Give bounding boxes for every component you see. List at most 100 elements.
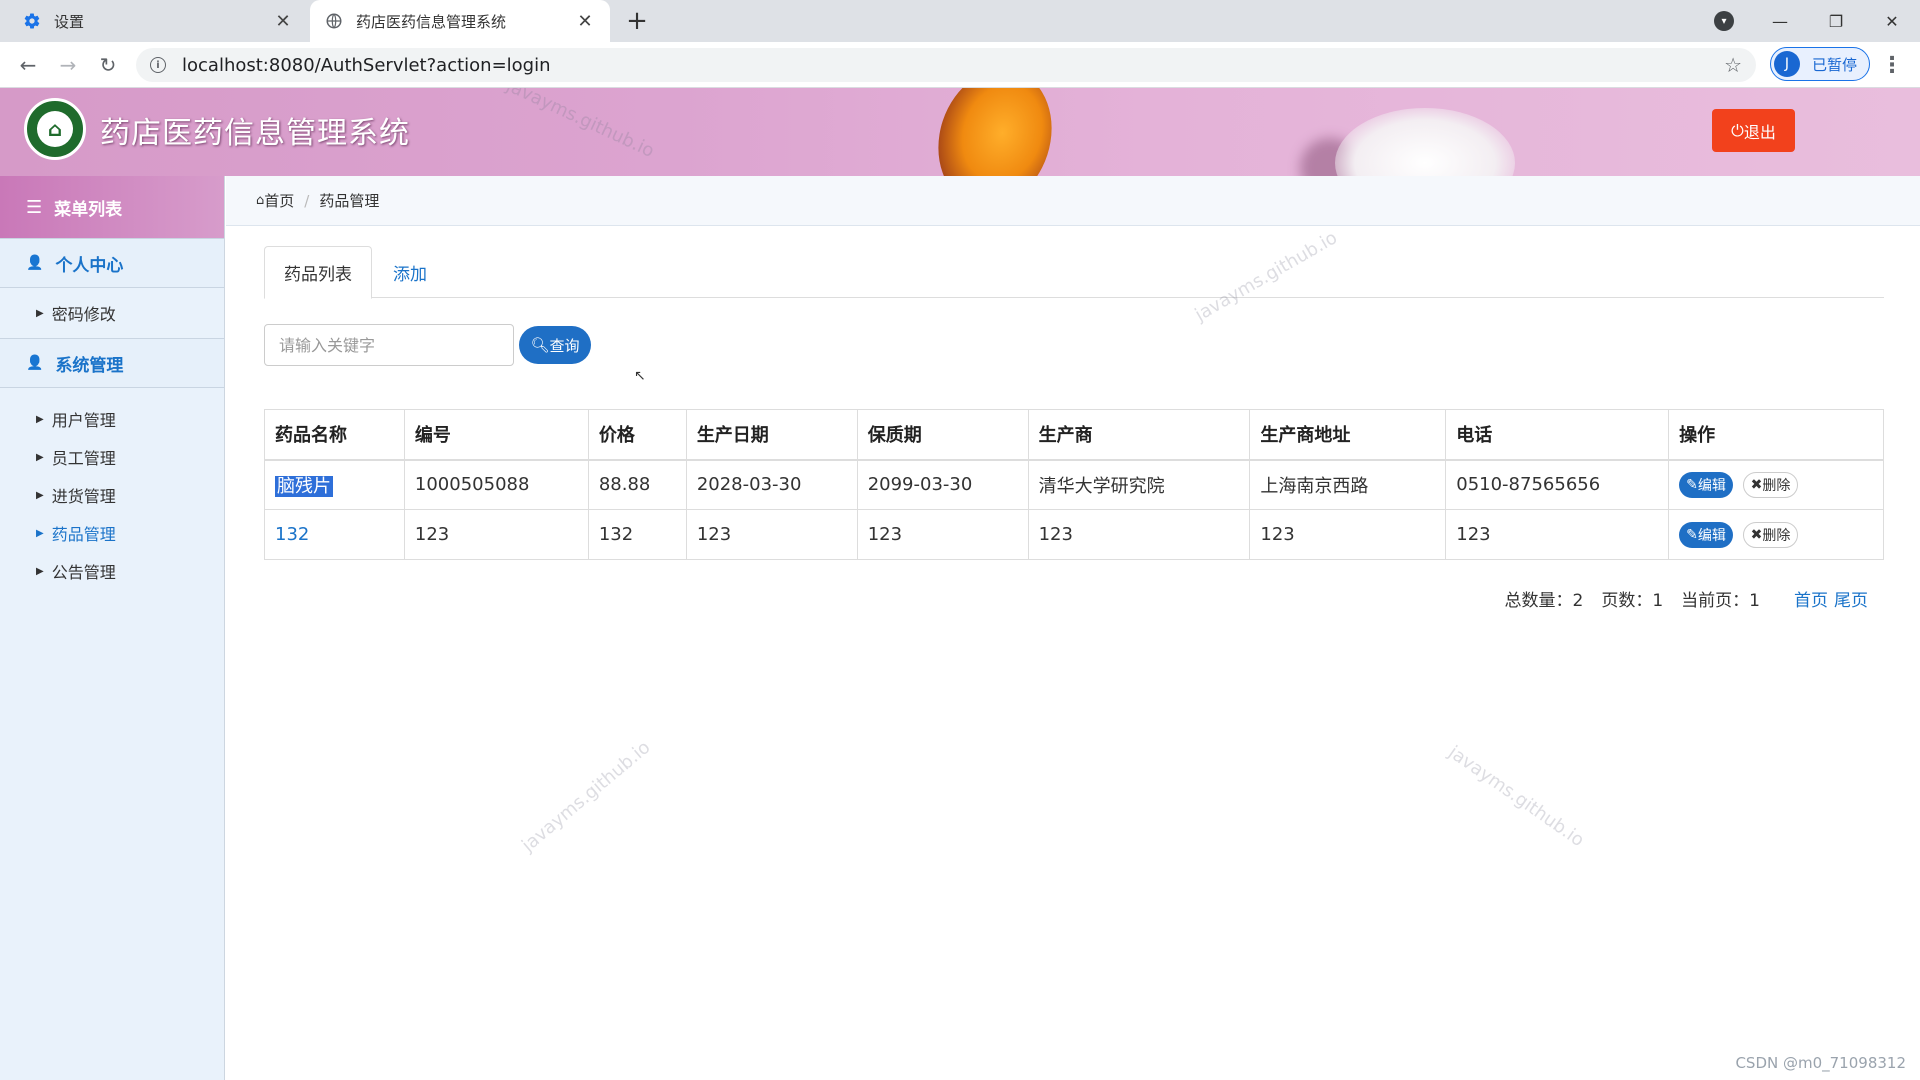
breadcrumb-separator: /: [304, 191, 310, 210]
table-cell: 132: [587, 509, 687, 560]
table-cell: 123: [1027, 509, 1251, 560]
table-row: 132 123 132 123 123 123 123 123 ✎ 编辑 ✖ 删除: [264, 509, 1884, 560]
column-header: 价格: [587, 409, 687, 461]
logout-button[interactable]: ⏻ 退出: [1712, 109, 1795, 152]
close-icon[interactable]: ✕: [272, 10, 294, 32]
table-cell: 123: [1445, 509, 1670, 560]
caret-right-icon: ▶: [36, 565, 44, 577]
tab-drug-list[interactable]: 药品列表: [264, 246, 372, 299]
column-header: 生产商地址: [1249, 409, 1447, 461]
group-label: 系统管理: [55, 355, 124, 376]
sidebar-item-users[interactable]: ▶ 用户管理: [0, 400, 224, 438]
column-header: 生产日期: [685, 409, 858, 461]
delete-button[interactable]: ✖ 删除: [1742, 521, 1799, 548]
search-button[interactable]: 🔍︎ 查询: [519, 326, 591, 364]
browser-tab-app[interactable]: 药店医药信息管理系统 ✕: [310, 0, 610, 42]
close-icon[interactable]: ✕: [574, 10, 596, 32]
logout-label: 退出: [1743, 122, 1776, 142]
tab-title: 药店医药信息管理系统: [356, 12, 507, 31]
star-icon[interactable]: ☆: [1724, 53, 1742, 77]
browser-tab-settings[interactable]: 设置 ✕: [8, 0, 308, 42]
column-header: 电话: [1445, 409, 1670, 461]
search-icon: 🔍︎: [530, 336, 550, 354]
drug-name-link[interactable]: 132: [264, 509, 405, 560]
table-cell: 2099-03-30: [856, 459, 1029, 510]
more-menu-icon[interactable]: ⋮: [1880, 52, 1904, 78]
power-icon: ⏻: [1731, 120, 1744, 140]
drug-name-link[interactable]: 脑残片: [275, 475, 333, 497]
pencil-icon: ✎: [1686, 476, 1698, 493]
caret-right-icon: ▶: [36, 527, 44, 539]
sidebar-item-purchase[interactable]: ▶ 进货管理: [0, 476, 224, 514]
user-icon: 👤: [26, 355, 44, 371]
close-window-button[interactable]: ✕: [1864, 0, 1920, 42]
sidebar-item-label: 公告管理: [51, 563, 116, 582]
table-header-row: 药品名称 编号 价格 生产日期 保质期 生产商 生产商地址 电话 操作: [264, 409, 1884, 461]
edit-button[interactable]: ✎ 编辑: [1679, 471, 1733, 498]
app-header: ⌂ 药店医药信息管理系统 javayms.github.io ⏻ 退出: [0, 88, 1920, 176]
forward-arrow-icon[interactable]: →: [54, 51, 82, 79]
sidebar-item-label: 密码修改: [51, 305, 116, 324]
first-page-link[interactable]: 首页: [1794, 586, 1828, 611]
reload-icon[interactable]: ↻: [94, 51, 122, 79]
actions-cell: ✎ 编辑 ✖ 删除: [1668, 459, 1884, 510]
delete-label: 删除: [1762, 477, 1791, 494]
tab-title: 设置: [54, 12, 85, 31]
list-icon: ☰: [26, 196, 43, 218]
app-title: 药店医药信息管理系统: [100, 116, 410, 151]
pagination: 总数量：2 页数：1 当前页：1 首页 尾页: [1487, 586, 1868, 611]
drug-name-cell[interactable]: 脑残片: [264, 459, 405, 510]
avatar: J: [1774, 51, 1800, 77]
sidebar-item-drugs[interactable]: ▶ 药品管理: [0, 514, 224, 552]
table-cell: 2028-03-30: [685, 459, 858, 510]
table-cell: 123: [856, 509, 1029, 560]
university-logo: ⌂: [24, 98, 86, 160]
edit-button[interactable]: ✎ 编辑: [1679, 521, 1733, 548]
sidebar-item-label: 员工管理: [51, 449, 116, 468]
table-cell: 0510-87565656: [1445, 459, 1670, 510]
main-content: 药品列表 添加 javayms.github.io 🔍︎查询 ↖ 药品名称 编号…: [226, 226, 1920, 1080]
url-text[interactable]: localhost:8080/AuthServlet?action=login: [182, 55, 1724, 76]
mouse-cursor-icon: ↖: [634, 368, 646, 384]
sidebar-item-staff[interactable]: ▶ 员工管理: [0, 438, 224, 476]
back-arrow-icon[interactable]: ←: [14, 51, 42, 79]
delete-button[interactable]: ✖ 删除: [1742, 471, 1799, 498]
caret-right-icon: ▶: [36, 307, 44, 319]
home-icon: ⌂: [256, 193, 265, 208]
restore-button[interactable]: ❐: [1808, 0, 1864, 42]
info-icon[interactable]: i: [150, 57, 166, 73]
capsule-decoration: [921, 88, 1069, 176]
caret-right-icon: ▶: [36, 451, 44, 463]
menu-title: 菜单列表: [54, 199, 123, 220]
edit-label: 编辑: [1697, 477, 1726, 494]
tab-search-button[interactable]: ▾: [1696, 0, 1752, 42]
new-tab-button[interactable]: +: [622, 6, 652, 36]
delete-label: 删除: [1762, 527, 1791, 544]
minimize-button[interactable]: —: [1752, 0, 1808, 42]
address-bar[interactable]: i localhost:8080/AuthServlet?action=logi…: [136, 48, 1756, 82]
actions-cell: ✎ 编辑 ✖ 删除: [1668, 509, 1884, 560]
browser-tabstrip: 设置 ✕ 药店医药信息管理系统 ✕ + ▾ — ❐ ✕: [0, 0, 1920, 42]
logo-mark: ⌂: [37, 111, 73, 147]
table-cell: 清华大学研究院: [1027, 459, 1251, 510]
breadcrumb-home[interactable]: 首页: [264, 190, 294, 211]
edit-label: 编辑: [1697, 527, 1726, 544]
chevron-down-icon: ▾: [1714, 11, 1734, 31]
last-page-link[interactable]: 尾页: [1834, 586, 1868, 611]
sidebar-item-notices[interactable]: ▶ 公告管理: [0, 552, 224, 590]
sidebar-item-password[interactable]: ▶ 密码修改: [0, 288, 224, 338]
sidebar-group-system[interactable]: 👤 系统管理: [0, 338, 224, 388]
watermark-text: javayms.github.io: [1444, 741, 1588, 852]
window-controls: ▾ — ❐ ✕: [1696, 0, 1920, 42]
table-cell: 1000505088: [403, 459, 589, 510]
total-count: 总数量：2: [1504, 591, 1584, 611]
sidebar-item-label: 用户管理: [51, 411, 116, 430]
table-row: 脑残片 1000505088 88.88 2028-03-30 2099-03-…: [264, 459, 1884, 510]
close-icon: ✖: [1750, 526, 1763, 543]
tab-add[interactable]: 添加: [374, 246, 446, 299]
sidebar-group-personal[interactable]: 👤 个人中心: [0, 238, 224, 288]
search-input[interactable]: [264, 324, 514, 366]
table-cell: 上海南京西路: [1249, 459, 1447, 510]
sidebar-item-label: 进货管理: [51, 487, 116, 506]
profile-button[interactable]: J 已暂停: [1770, 47, 1870, 81]
